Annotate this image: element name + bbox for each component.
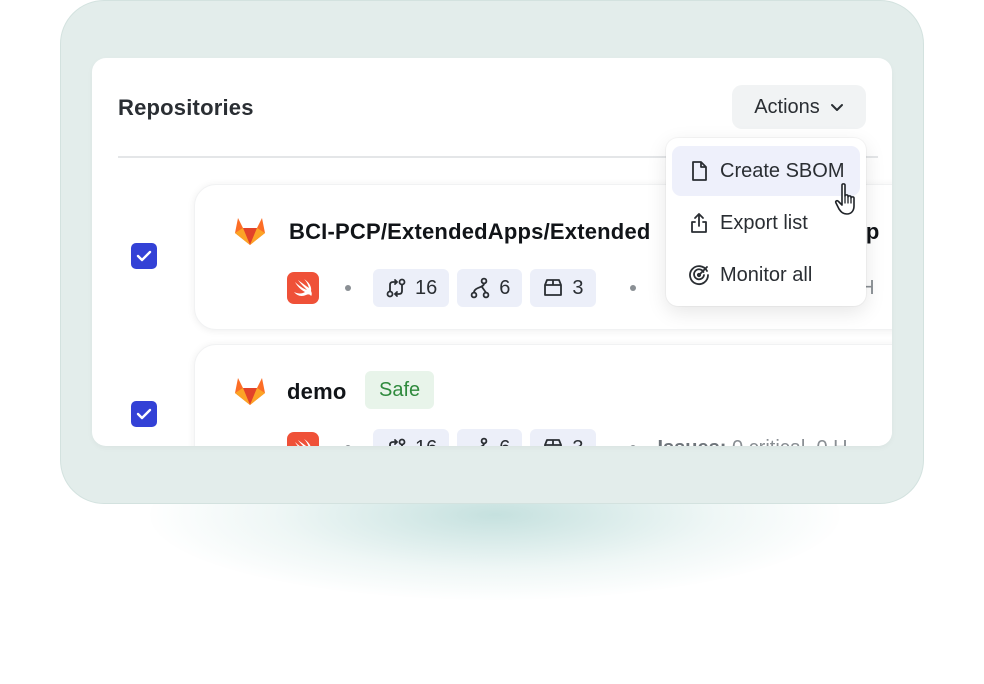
meta-separator [629, 285, 636, 291]
menu-item-create-sbom[interactable]: Create SBOM [672, 146, 860, 196]
package-icon [544, 279, 563, 296]
status-badge: Safe [365, 371, 435, 409]
issues-label: Issues: [658, 437, 727, 447]
pull-requests-chip: 16 [373, 269, 450, 307]
repo-checkbox[interactable] [131, 401, 157, 427]
gitlab-icon [235, 218, 265, 245]
pull-request-icon [389, 438, 406, 446]
menu-item-label: Create SBOM [720, 159, 845, 182]
file-icon [692, 161, 707, 181]
branch-icon [470, 277, 490, 299]
menu-item-label: Monitor all [720, 263, 813, 286]
branches-count: 6 [499, 276, 511, 299]
repo-name[interactable]: demo [287, 379, 346, 405]
actions-button[interactable]: Actions [732, 85, 866, 129]
share-icon [691, 213, 707, 233]
swift-icon [287, 432, 319, 446]
actions-button-label: Actions [754, 95, 820, 118]
pull-request-icon [386, 278, 406, 298]
check-icon [136, 408, 152, 420]
radar-icon [689, 265, 709, 285]
actions-menu: Create SBOM Export list Monitor all [666, 138, 866, 306]
menu-item-monitor-all[interactable]: Monitor all [672, 250, 860, 300]
hand-cursor-icon [834, 183, 855, 215]
pull-requests-chip: 16 [373, 429, 450, 447]
pull-requests-count: 16 [415, 276, 438, 299]
package-icon [544, 439, 563, 446]
page-title: Repositories [118, 95, 254, 120]
pull-requests-count: 16 [415, 437, 437, 447]
packages-count: 3 [572, 276, 584, 299]
branches-chip: 6 [457, 429, 523, 447]
check-icon [136, 250, 152, 262]
meta-separator [345, 285, 351, 291]
meta-separator [629, 445, 636, 446]
packages-count: 3 [572, 437, 583, 447]
menu-item-label: Export list [720, 211, 808, 234]
swift-icon [287, 272, 319, 304]
meta-separator [345, 445, 351, 446]
repo-card[interactable]: demo Safe 16 6 3 Issues: 0 critical, 0 H [194, 344, 892, 446]
issues-value: 0 critical, 0 H [732, 437, 848, 447]
chevron-down-icon [830, 104, 843, 111]
repo-meta: 16 6 3 Issues: 0 critical, 0 H [287, 429, 848, 446]
gitlab-icon [235, 378, 265, 405]
packages-chip: 3 [530, 269, 596, 307]
menu-item-export-list[interactable]: Export list [672, 198, 860, 248]
packages-chip: 3 [530, 429, 596, 447]
issues-summary: Issues: 0 critical, 0 H [658, 437, 848, 447]
branches-count: 6 [499, 437, 510, 447]
repo-checkbox[interactable] [131, 243, 157, 269]
branch-icon [480, 437, 488, 446]
branches-chip: 6 [457, 269, 523, 307]
repo-name-text: BCI-PCP/ExtendedApps/Extended [289, 219, 651, 244]
